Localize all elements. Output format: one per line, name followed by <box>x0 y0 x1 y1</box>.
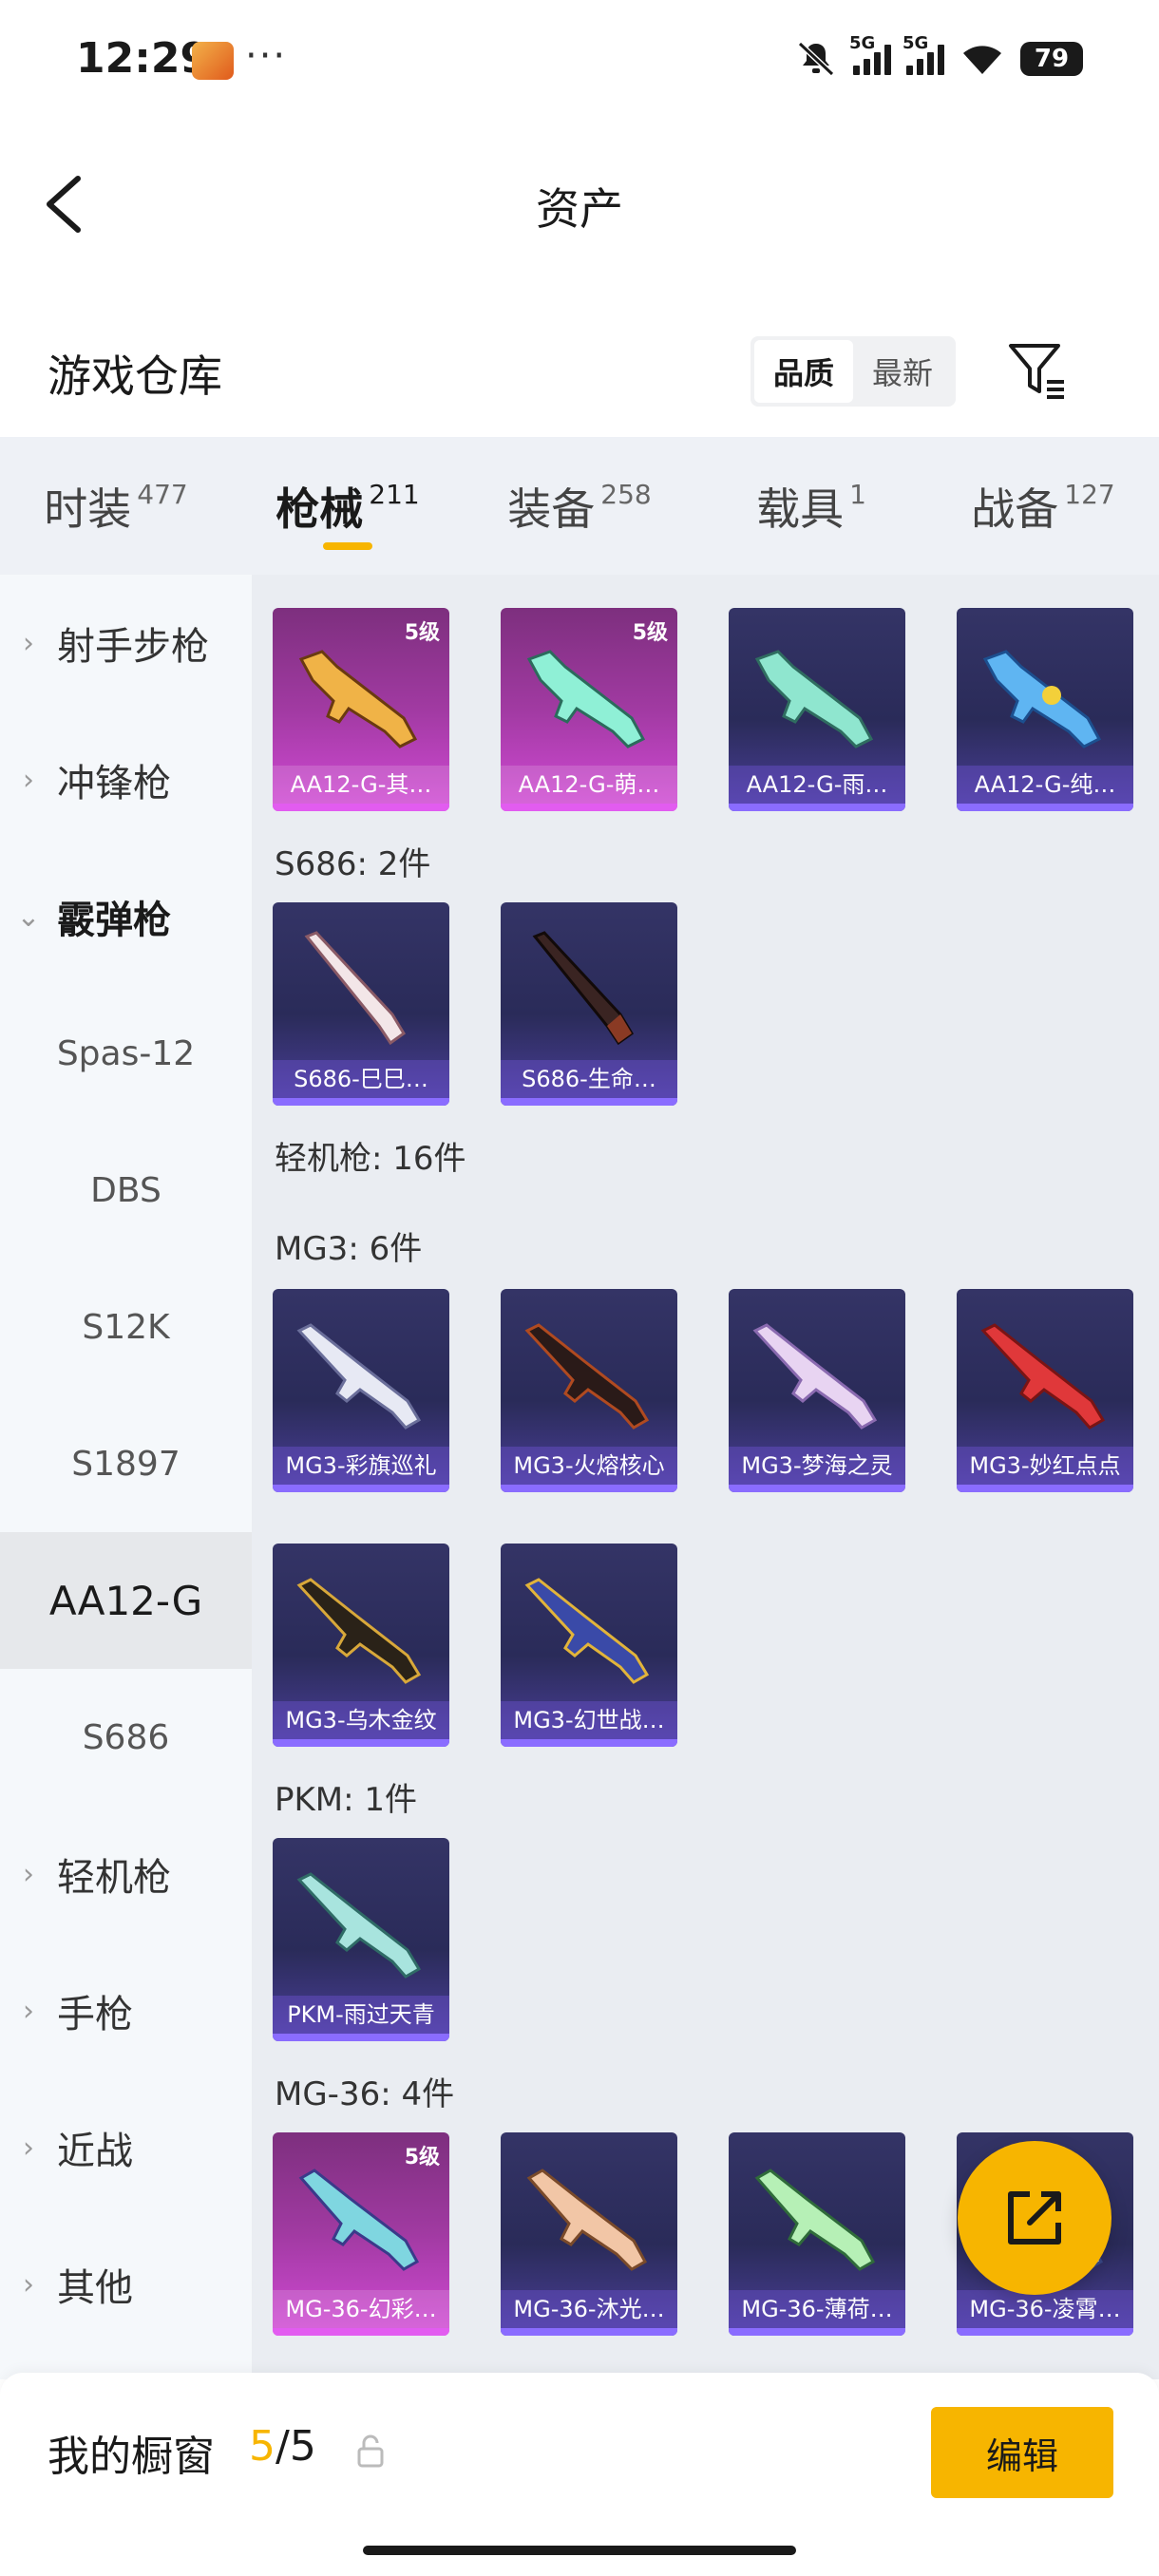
group-title-s686: S686: 2件 <box>275 845 431 883</box>
sort-newest[interactable]: 最新 <box>853 340 952 403</box>
skin-grid: 5级 AA12-G-其… 5级 AA12-G-萌… AA12-G-雨… AA12… <box>252 575 1159 2379</box>
share-external-icon <box>1008 2191 1061 2245</box>
skin-card[interactable]: MG3-乌木金纹 <box>273 1544 449 1747</box>
chevron-right-icon: › <box>23 626 34 660</box>
shotgun-icon <box>298 650 418 748</box>
asset-page: 12:29 ··· 5G 5G 79 资产 游戏仓库 品质 最新 时装 477 … <box>0 0 1159 2576</box>
skin-card[interactable]: AA12-G-雨… <box>729 608 905 811</box>
lock-icon <box>357 2434 384 2468</box>
group-title-lmg: 轻机枪: 16件 <box>275 1140 466 1178</box>
skin-card[interactable]: PKM-雨过天青 <box>273 1838 449 2041</box>
sidebar-sub-dbs[interactable]: DBS <box>0 1122 252 1259</box>
chevron-right-icon: › <box>23 2267 34 2301</box>
rifle-icon <box>526 2169 648 2271</box>
skin-card[interactable]: 5级 AA12-G-其… <box>273 608 449 811</box>
status-bar: 12:29 ··· 5G 5G 79 <box>0 0 1159 114</box>
shotgun-icon <box>304 931 406 1046</box>
sidebar-item-melee[interactable]: › 近战 <box>0 2079 252 2216</box>
more-notifications-icon: ··· <box>245 34 288 78</box>
skin-card[interactable]: S686-巳巳… <box>273 902 449 1106</box>
section-header: 游戏仓库 品质 最新 <box>0 313 1159 437</box>
skin-card[interactable]: MG3-火熔核心 <box>501 1289 677 1492</box>
sidebar-item-smg[interactable]: › 冲锋枪 <box>0 711 252 848</box>
skin-card[interactable]: MG3-梦海之灵 <box>729 1289 905 1492</box>
shotgun-icon <box>532 931 634 1046</box>
status-icons: 5G 5G 79 <box>794 33 1083 82</box>
wifi-icon <box>963 46 1001 74</box>
shotgun-icon <box>754 650 874 748</box>
sidebar-sub-s1897[interactable]: S1897 <box>0 1395 252 1532</box>
chevron-right-icon: › <box>23 2131 34 2165</box>
mute-icon <box>797 41 835 77</box>
rifle-icon <box>754 2169 876 2271</box>
group-title-pkm: PKM: 1件 <box>275 1781 418 1819</box>
machine-gun-icon <box>296 1872 422 1979</box>
skin-card[interactable]: MG3-彩旗巡礼 <box>273 1289 449 1492</box>
sidebar-sub-aa12g[interactable]: AA12-G <box>0 1532 252 1669</box>
page-title: 资产 <box>536 183 623 235</box>
skin-card[interactable]: MG3-幻世战… <box>501 1544 677 1747</box>
edit-button[interactable]: 编辑 <box>931 2407 1113 2498</box>
battery-indicator: 79 <box>1020 42 1083 76</box>
showcase-label: 我的橱窗 <box>48 2433 215 2481</box>
skin-card[interactable]: S686-生命… <box>501 902 677 1106</box>
group-title-mg36: MG-36: 4件 <box>275 2075 455 2113</box>
tab-fashion[interactable]: 时装 477 <box>0 437 232 575</box>
sidebar-sub-s686[interactable]: S686 <box>0 1669 252 1806</box>
nav-bar: 资产 <box>0 142 1159 266</box>
machine-gun-icon <box>524 1578 650 1684</box>
filter-icon[interactable] <box>1005 338 1070 403</box>
sidebar-item-shotgun[interactable]: ⌄ 霰弹枪 <box>0 848 252 985</box>
machine-gun-icon <box>296 1323 422 1430</box>
shotgun-icon <box>982 650 1102 748</box>
chevron-right-icon: › <box>23 1994 34 2028</box>
section-title: 游戏仓库 <box>48 350 222 402</box>
sidebar-sub-spas12[interactable]: Spas-12 <box>0 985 252 1122</box>
skin-card[interactable]: MG-36-沐光… <box>501 2132 677 2336</box>
chevron-right-icon: › <box>23 1857 34 1891</box>
showcase-count: 5/5 <box>249 2422 316 2471</box>
share-fab[interactable] <box>958 2141 1112 2295</box>
tab-vehicles[interactable]: 载具 1 <box>695 437 927 575</box>
sidebar-sub-s12k[interactable]: S12K <box>0 1259 252 1395</box>
signal-icon-2: 5G <box>902 33 944 75</box>
shotgun-icon <box>526 650 646 748</box>
skin-card[interactable]: AA12-G-纯… <box>957 608 1133 811</box>
skin-card[interactable]: MG3-妙红点点 <box>957 1289 1133 1492</box>
status-time: 12:29 <box>76 34 210 83</box>
sidebar-item-marksman-rifle[interactable]: › 射手步枪 <box>0 575 252 711</box>
weapon-type-sidebar: › 射手步枪 › 冲锋枪 ⌄ 霰弹枪 Spas-12 DBS S12K S189… <box>0 575 252 2379</box>
machine-gun-icon <box>296 1578 422 1684</box>
group-title-mg3: MG3: 6件 <box>275 1230 423 1268</box>
chevron-down-icon: ⌄ <box>16 900 41 934</box>
home-indicator[interactable] <box>363 2546 796 2555</box>
machine-gun-icon <box>524 1323 650 1430</box>
chevron-right-icon: › <box>23 763 34 797</box>
rifle-icon <box>298 2169 420 2271</box>
sidebar-item-lmg[interactable]: › 轻机枪 <box>0 1806 252 1942</box>
sidebar-item-other[interactable]: › 其他 <box>0 2216 252 2353</box>
sort-quality[interactable]: 品质 <box>754 340 853 403</box>
sort-toggle: 品质 最新 <box>750 336 956 407</box>
skin-card[interactable]: MG-36-薄荷… <box>729 2132 905 2336</box>
signal-icon-1: 5G <box>849 33 891 75</box>
active-tab-indicator <box>323 542 372 550</box>
sidebar-item-pistol[interactable]: › 手枪 <box>0 1942 252 2079</box>
tab-equipment[interactable]: 装备 258 <box>464 437 695 575</box>
category-tabs: 时装 477 枪械 211 装备 258 载具 1 战备 127 <box>0 437 1159 575</box>
tab-supplies[interactable]: 战备 127 <box>927 437 1159 575</box>
machine-gun-icon <box>980 1323 1106 1430</box>
game-app-icon <box>192 42 234 80</box>
tab-firearms[interactable]: 枪械 211 <box>232 437 464 575</box>
skin-card[interactable]: 5级 MG-36-幻彩… <box>273 2132 449 2336</box>
machine-gun-icon <box>752 1323 878 1430</box>
showcase-bar: 我的橱窗 5/5 编辑 <box>0 2373 1159 2576</box>
skin-card[interactable]: 5级 AA12-G-萌… <box>501 608 677 811</box>
